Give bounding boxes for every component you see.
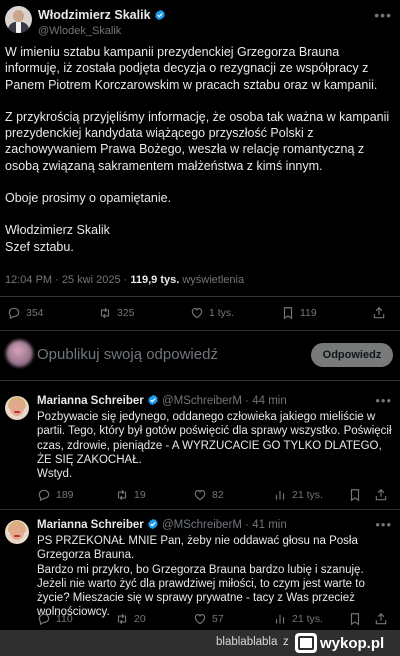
more-options-icon[interactable]: ••• xyxy=(375,518,392,531)
repost-count: 325 xyxy=(117,307,135,319)
verified-badge-icon xyxy=(147,518,158,530)
reply-header: Marianna Schreiber @MSchreiberM · 44 min xyxy=(37,394,287,407)
author-handle[interactable]: @Wlodek_Skalik xyxy=(38,25,121,37)
tweet-meta: 12:04 PM · 25 kwi 2025 · 119,9 tys. wyśw… xyxy=(5,274,244,286)
reply-count: 354 xyxy=(26,307,44,319)
divider xyxy=(0,330,400,331)
heart-icon xyxy=(194,490,206,501)
like-count: 1 tys. xyxy=(209,307,235,319)
wykop-logo-icon xyxy=(295,633,317,653)
signature-title: Szef sztabu. xyxy=(5,239,74,254)
like-action[interactable]: 57 xyxy=(193,612,224,626)
reply-tweet: Marianna Schreiber @MSchreiberM · 41 min… xyxy=(0,514,400,630)
reply-action[interactable]: 110 xyxy=(37,612,73,626)
main-tweet: Włodzimierz Skalik @Wlodek_Skalik ••• W … xyxy=(0,0,400,331)
reply-icon xyxy=(38,613,50,626)
reply-submit-button[interactable]: Odpowiedz xyxy=(311,343,393,367)
reply-author-name[interactable]: Marianna Schreiber xyxy=(37,519,144,531)
share-icon xyxy=(373,306,385,319)
reply-author-handle[interactable]: @MSchreiberM · 44 min xyxy=(162,395,287,407)
heart-icon xyxy=(194,614,206,625)
share-action[interactable] xyxy=(374,488,393,502)
bookmark-icon xyxy=(350,489,360,502)
divider xyxy=(0,296,400,297)
share-action[interactable] xyxy=(372,306,391,320)
like-count: 82 xyxy=(212,489,224,501)
share-icon xyxy=(375,488,387,501)
more-options-icon[interactable]: ••• xyxy=(374,8,392,22)
wykop-footer-bar: blablablabla z wykop.pl xyxy=(0,630,400,656)
views-chart-icon xyxy=(275,614,285,624)
share-icon xyxy=(375,612,387,625)
views-count: 21 tys. xyxy=(292,489,323,501)
repost-icon xyxy=(100,307,110,319)
bookmark-count: 119 xyxy=(300,307,317,319)
divider xyxy=(0,509,400,510)
views-count: 21 tys. xyxy=(292,613,323,625)
like-action[interactable]: 1 tys. xyxy=(190,306,234,320)
verified-badge-icon xyxy=(147,394,158,406)
reply-author-avatar[interactable] xyxy=(5,396,29,420)
reply-action[interactable]: 354 xyxy=(7,306,44,320)
repost-action[interactable]: 19 xyxy=(115,488,146,502)
bookmark-icon xyxy=(283,307,293,320)
repost-count: 19 xyxy=(134,489,146,501)
reply-author-name[interactable]: Marianna Schreiber xyxy=(37,395,144,407)
views-action[interactable]: 21 tys. xyxy=(273,488,323,502)
reply-count: 189 xyxy=(56,489,74,501)
tweet-thread-screenshot: Włodzimierz Skalik @Wlodek_Skalik ••• W … xyxy=(0,0,400,656)
signature-name: Włodzimierz Skalik xyxy=(5,223,110,238)
reply-action[interactable]: 189 xyxy=(37,488,74,502)
divider xyxy=(0,380,400,381)
footer-separator: z xyxy=(283,636,289,648)
views-label: wyświetlenia xyxy=(179,274,245,286)
author-name-row[interactable]: Włodzimierz Skalik xyxy=(38,8,166,22)
site-name: wykop.pl xyxy=(320,634,385,652)
bookmark-action[interactable] xyxy=(348,612,367,626)
reply-actions: 110 20 57 21 tys. xyxy=(0,612,400,632)
reply-actions: 189 19 82 21 tys. xyxy=(0,488,400,508)
reply-tweet: Marianna Schreiber @MSchreiberM · 44 min… xyxy=(0,390,400,508)
repost-icon xyxy=(117,613,127,625)
reply-author-avatar[interactable] xyxy=(5,520,29,544)
heart-icon xyxy=(191,308,203,319)
tweet-body: W imieniu sztabu kampanii prezydenckiej … xyxy=(5,44,395,255)
tweet-paragraph: Oboje prosimy o opamiętanie. xyxy=(5,191,172,206)
tweet-paragraph: Z przykrością przyjęliśmy informację, że… xyxy=(5,109,390,173)
views-chart-icon xyxy=(275,490,285,500)
reply-author-handle[interactable]: @MSchreiberM · 41 min xyxy=(162,519,287,531)
like-count: 57 xyxy=(212,613,224,625)
reply-count: 110 xyxy=(56,613,73,625)
repost-action[interactable]: 325 xyxy=(98,306,135,320)
wykop-logo[interactable]: wykop.pl xyxy=(295,633,384,653)
repost-icon xyxy=(117,489,127,501)
bookmark-action[interactable] xyxy=(348,488,367,502)
author-avatar[interactable] xyxy=(5,6,32,33)
bookmark-icon xyxy=(350,613,360,626)
verified-badge-icon xyxy=(154,9,165,21)
tweet-paragraph: W imieniu sztabu kampanii prezydenckiej … xyxy=(5,45,378,92)
reply-text: Pozbywacie się jedynego, oddanego człowi… xyxy=(37,411,392,481)
bookmark-action[interactable]: 119 xyxy=(281,306,317,320)
author-name[interactable]: Włodzimierz Skalik xyxy=(38,8,151,22)
main-tweet-actions: 354 325 1 tys. 119 xyxy=(0,306,400,326)
share-action[interactable] xyxy=(374,612,393,626)
repost-action[interactable]: 20 xyxy=(115,612,146,626)
views-count: 119,9 tys. xyxy=(130,274,180,286)
timestamp[interactable]: 12:04 PM · 25 kwi 2025 · xyxy=(5,274,130,286)
like-action[interactable]: 82 xyxy=(193,488,224,502)
repost-count: 20 xyxy=(134,613,146,625)
reply-icon xyxy=(8,307,20,320)
reply-header: Marianna Schreiber @MSchreiberM · 41 min xyxy=(37,518,287,531)
reply-input[interactable]: Opublikuj swoją odpowiedź xyxy=(37,346,218,363)
more-options-icon[interactable]: ••• xyxy=(375,394,392,407)
current-user-avatar xyxy=(6,340,33,367)
reply-icon xyxy=(38,489,50,502)
views-action[interactable]: 21 tys. xyxy=(273,612,323,626)
footer-username[interactable]: blablablabla xyxy=(216,636,277,648)
reply-text: PS PRZEKONAŁ MNIE Pan, żeby nie oddawać … xyxy=(37,535,365,619)
